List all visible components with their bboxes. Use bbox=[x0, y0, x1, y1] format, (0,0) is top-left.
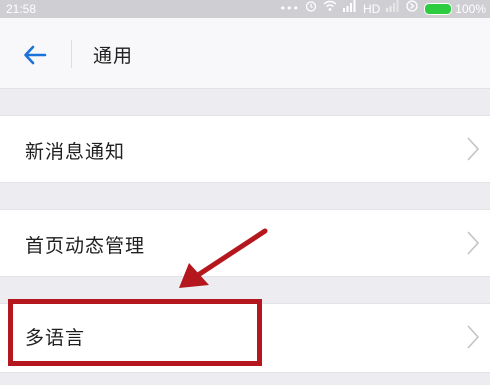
header-divider bbox=[71, 40, 72, 68]
status-time: 21:58 bbox=[6, 2, 37, 16]
settings-item-homepage-feed[interactable]: 首页动态管理 bbox=[0, 209, 490, 277]
section-gap bbox=[0, 183, 490, 209]
status-icons: ••• HD 100% bbox=[279, 0, 486, 18]
nfc-icon bbox=[406, 0, 418, 18]
chevron-right-icon bbox=[466, 230, 480, 256]
chevron-right-icon bbox=[466, 136, 480, 162]
signal-icon bbox=[386, 0, 400, 18]
back-arrow-icon[interactable] bbox=[20, 40, 50, 70]
page-title: 通用 bbox=[93, 45, 134, 67]
network-type: HD bbox=[362, 2, 381, 16]
status-bar: 21:58 ••• HD 100% bbox=[0, 0, 490, 18]
settings-item-label: 首页动态管理 bbox=[25, 235, 146, 257]
section-gap bbox=[0, 89, 490, 115]
section-gap bbox=[0, 373, 490, 385]
header-bar: 通用 bbox=[0, 18, 490, 89]
signal-icon bbox=[342, 0, 357, 18]
settings-item-notifications[interactable]: 新消息通知 bbox=[0, 115, 490, 183]
more-dots-icon: ••• bbox=[279, 2, 299, 15]
settings-item-label: 新消息通知 bbox=[25, 141, 126, 163]
battery-icon: 100% bbox=[424, 0, 486, 18]
battery-level: 100% bbox=[455, 2, 486, 16]
alarm-icon bbox=[305, 0, 317, 18]
wifi-icon bbox=[323, 0, 337, 18]
section-gap bbox=[0, 277, 490, 303]
settings-item-label: 多语言 bbox=[25, 327, 86, 349]
settings-item-language[interactable]: 多语言 bbox=[0, 303, 490, 373]
chevron-right-icon bbox=[466, 324, 480, 350]
